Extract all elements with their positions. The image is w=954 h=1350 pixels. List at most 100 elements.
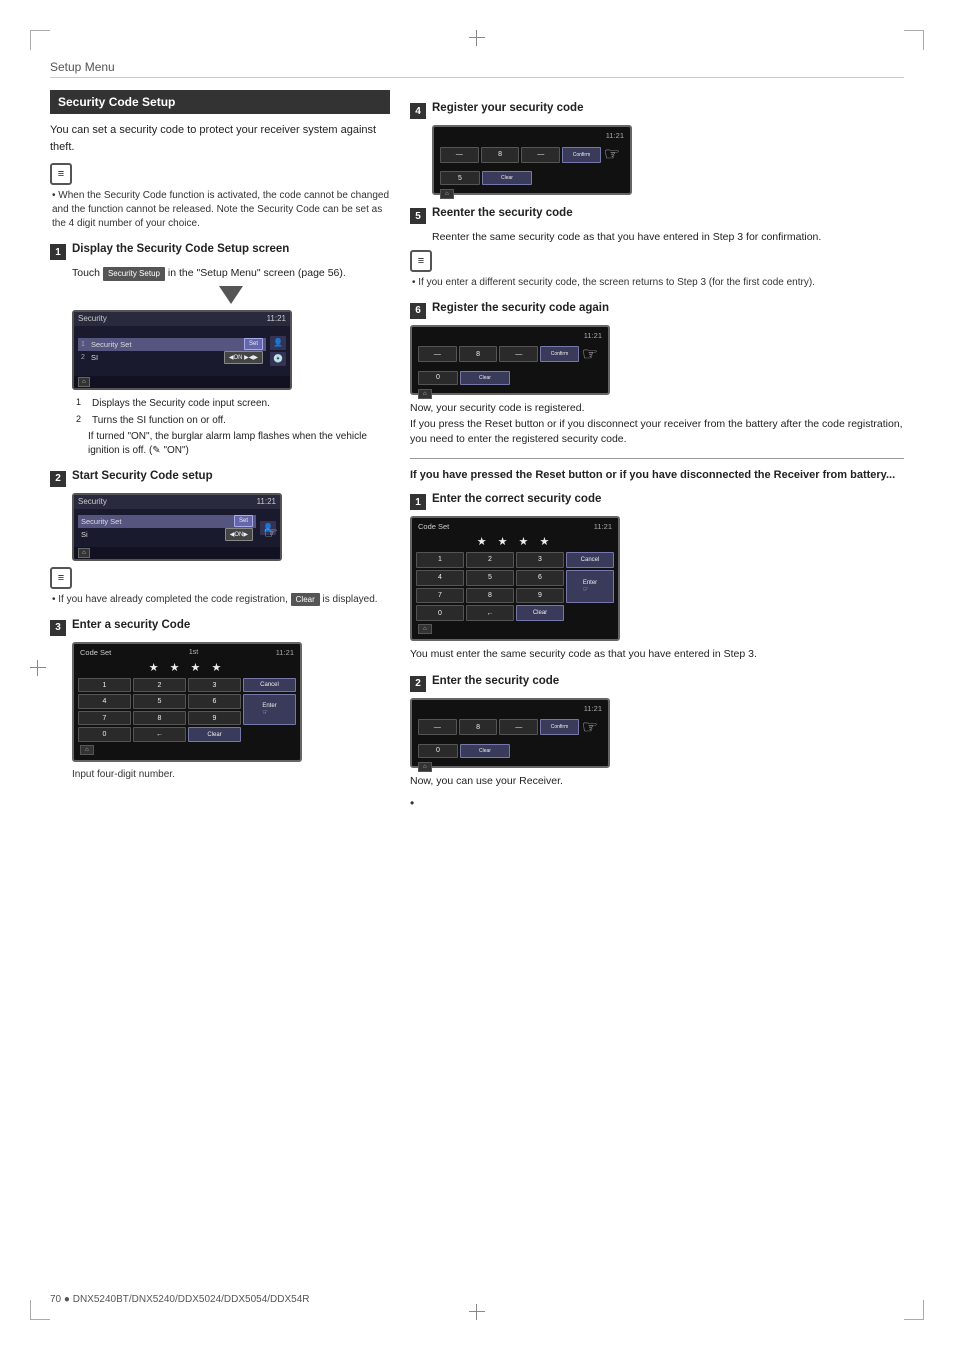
box-title: Security Code Setup	[50, 90, 390, 114]
rkey-back[interactable]: ←	[466, 605, 514, 621]
step6-zero: 0	[418, 371, 458, 385]
screen-menu-item-1: 1 Security Set Set	[78, 338, 266, 351]
keypad-bottom-r2: ⌂	[416, 762, 604, 772]
screen-mockup-step2: Security 11:21 Security Set Set Si ◀	[72, 493, 282, 561]
step-4-header: 4 Register your security code	[410, 102, 904, 119]
r2-row2: 0 Clear	[416, 742, 604, 760]
rkey-8[interactable]: 8	[466, 588, 514, 604]
rkey-cancel[interactable]: Cancel	[566, 552, 614, 568]
rkey-2[interactable]: 2	[466, 552, 514, 568]
note-icon-5	[410, 250, 432, 272]
screen-top-bar-2: Security 11:21	[74, 495, 280, 509]
footer-text: 70 ● DNX5240BT/DNX5240/DDX5024/DDX5054/D…	[50, 1294, 310, 1305]
bullet-end: •	[410, 796, 904, 810]
reset-step-2-after: Now, you can use your Receiver.	[410, 774, 904, 790]
r2-clear-btn: Clear	[460, 744, 510, 758]
reset-step-1-header: 1 Enter the correct security code	[410, 493, 904, 510]
screen-label-2: Security	[78, 497, 107, 506]
r2-btns: — 8 — Confirm	[418, 719, 579, 735]
rkey-0[interactable]: 0	[416, 605, 464, 621]
r2-btn3: —	[499, 719, 538, 735]
section-header-text: Setup Menu	[50, 60, 115, 74]
key-enter[interactable]: Enter☞	[243, 694, 296, 725]
key-6[interactable]: 6	[188, 694, 241, 709]
note-block-1: • When the Security Code function is act…	[50, 163, 390, 231]
key-1[interactable]: 1	[78, 678, 131, 693]
arrow-shape-1	[219, 286, 243, 304]
hand-cursor-r2: ☞	[582, 717, 598, 738]
rkey-enter[interactable]: Enter☞	[566, 570, 614, 604]
keypad-screen-step4: 11:21 — 8 — Confirm ☞ 5 Clear	[432, 125, 632, 195]
reset-section-title-text: If you have pressed the Reset button or …	[410, 469, 895, 481]
screen-wrap-6: 11:21 — 8 — Confirm ☞ 0 Clear	[410, 325, 904, 395]
hand-cursor-6: ☞	[582, 344, 598, 365]
rkey-6[interactable]: 6	[516, 570, 564, 586]
reset-step-1-after-text: You must enter the same security code as…	[410, 648, 757, 660]
screen-menu-item-2: 2 SI ◀ON ▶◀▶	[78, 351, 266, 364]
note-icon-2	[50, 567, 72, 589]
reset-step-1-title: Enter the correct security code	[432, 493, 601, 505]
keypad-top-3: Code Set 1st 11:21	[78, 648, 296, 657]
screen-icon-cd: 💿	[270, 352, 286, 366]
key-7[interactable]: 7	[78, 711, 131, 726]
screen-bottom-1: ⌂	[74, 376, 290, 388]
step-1-title: Display the Security Code Setup screen	[72, 243, 289, 255]
step6-confirm: Confirm	[540, 346, 579, 362]
rkey-9[interactable]: 9	[516, 588, 564, 604]
key-4[interactable]: 4	[78, 694, 131, 709]
step-3-footer-note: Input four-digit number.	[72, 768, 390, 782]
box-title-text: Security Code Setup	[58, 95, 175, 109]
step-3-header: 3 Enter a security Code	[50, 619, 390, 636]
step4-btns: — 8 — Confirm	[440, 147, 601, 163]
key-cancel[interactable]: Cancel	[243, 678, 296, 693]
rkey-3[interactable]: 3	[516, 552, 564, 568]
step4-btn3: —	[521, 147, 560, 163]
step6-row: — 8 — Confirm ☞	[416, 342, 604, 367]
step6-row2: 0 Clear	[416, 369, 604, 387]
keypad-grid-r1: 1 2 3 Cancel 4 5 6 Enter☞ 7 8 9 0 ← Clea…	[416, 552, 614, 621]
key-clear[interactable]: Clear	[188, 727, 241, 742]
note-text-2: • If you have already completed the code…	[50, 593, 390, 607]
step-2-num: 2	[50, 471, 66, 487]
step-1-header: 1 Display the Security Code Setup screen	[50, 243, 390, 260]
screen-menu-item-sec-set: Security Set Set	[78, 515, 256, 528]
step-1-body: Touch Security Setup in the "Setup Menu"…	[72, 266, 390, 282]
note-text-1: • When the Security Code function is act…	[50, 189, 390, 231]
keypad-label-3: Code Set	[80, 648, 111, 657]
rkey-1[interactable]: 1	[416, 552, 464, 568]
rkey-4[interactable]: 4	[416, 570, 464, 586]
reset-step-1-num: 1	[410, 494, 426, 510]
key-8[interactable]: 8	[133, 711, 186, 726]
rkey-7[interactable]: 7	[416, 588, 464, 604]
step-5-body-text: Reenter the same security code as that y…	[432, 231, 821, 243]
step-3-title: Enter a security Code	[72, 619, 190, 631]
keypad-grid-3: 1 2 3 Cancel 4 5 6 Enter☞ 7 8 9 0 ← Clea…	[78, 678, 296, 742]
step-6-header: 6 Register the security code again	[410, 302, 904, 319]
key-0[interactable]: 0	[78, 727, 131, 742]
step-3-num: 3	[50, 620, 66, 636]
step-1-sub-bullet: If turned "ON", the burglar alarm lamp f…	[88, 430, 390, 458]
key-back[interactable]: ←	[133, 727, 186, 742]
screen-icon-person: 👤	[270, 336, 286, 350]
screen-top-bar-1: Security 11:21	[74, 312, 290, 326]
intro-text-content: You can set a security code to protect y…	[50, 124, 376, 153]
keypad-bottom-r1: ⌂	[416, 623, 614, 635]
keypad-time-r1: 11:21	[594, 522, 612, 531]
screen-menu-items-2: Security Set Set Si ◀ON▶	[78, 515, 256, 541]
hand-cursor-4: ☞	[604, 144, 620, 165]
key-3[interactable]: 3	[188, 678, 241, 693]
screen-body-2: Security Set Set Si ◀ON▶ 👤 ☞	[74, 509, 280, 547]
keypad-bottom-6: ⌂	[416, 389, 604, 399]
screen-menu-item-si: Si ◀ON▶	[78, 528, 256, 541]
key-9[interactable]: 9	[188, 711, 241, 726]
numbered-item-2: 2 Turns the SI function on or off.	[76, 413, 390, 428]
screen-time-2: 11:21	[257, 497, 276, 506]
rkey-5[interactable]: 5	[466, 570, 514, 586]
key-2[interactable]: 2	[133, 678, 186, 693]
key-5[interactable]: 5	[133, 694, 186, 709]
step-6-num: 6	[410, 303, 426, 319]
rkey-clear[interactable]: Clear	[516, 605, 564, 621]
step4-btn1: —	[440, 147, 479, 163]
screen-icons-1: 👤 💿	[270, 336, 286, 366]
screen-body-1: 1 Security Set Set 2 SI ◀ON ▶◀▶	[74, 326, 290, 376]
